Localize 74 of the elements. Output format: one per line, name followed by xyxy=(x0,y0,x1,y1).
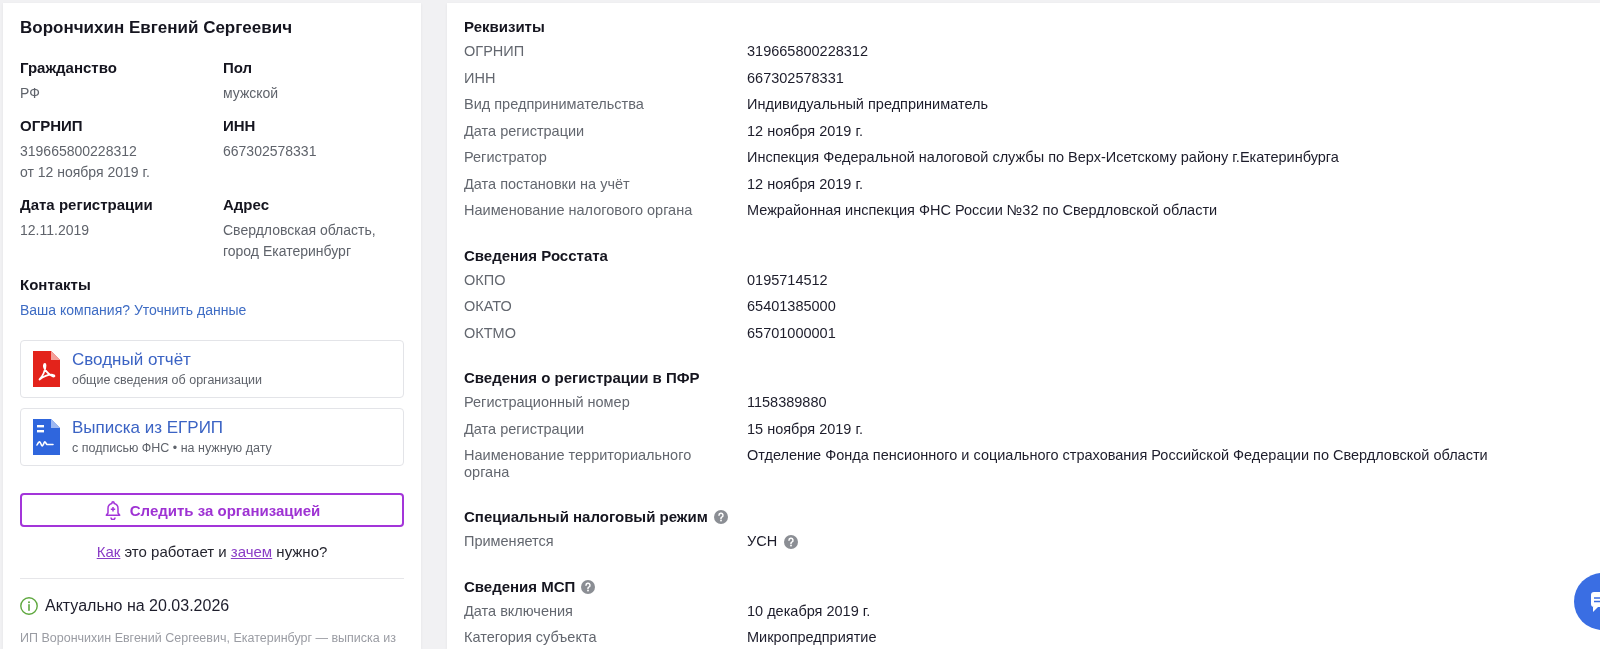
row-value: Микропредприятие xyxy=(747,629,877,646)
document-icon xyxy=(33,419,60,455)
row-value: 15 ноября 2019 г. xyxy=(747,420,863,437)
section-title: Реквизиты xyxy=(464,18,545,36)
field-value: Свердловская область, xyxy=(223,221,376,240)
field-value: город Екатеринбург xyxy=(223,242,351,261)
field-label: Гражданство xyxy=(20,58,118,78)
row-label: Дата регистрации xyxy=(464,420,586,437)
document-card[interactable]: Выписка из ЕГРИП с подписью ФНС • на нужную дату xyxy=(20,408,404,466)
help-text: Как это работает и зачем нужно? xyxy=(95,542,329,562)
row-label: Дата постановки на учёт xyxy=(464,175,631,192)
row-label: Наименование налогового органа xyxy=(464,202,694,219)
row-value: Инспекция Федеральной налоговой службы по Верх-Исетскому району г.Екатеринбурга xyxy=(747,149,1339,166)
field-value: мужской xyxy=(223,84,279,103)
row-value: 65701000001 xyxy=(747,324,836,341)
section-title: Сведения Росстата xyxy=(464,246,608,265)
row-label: Вид предпринимательства xyxy=(464,96,645,113)
help-icon[interactable] xyxy=(713,510,728,524)
row-label: Регистратор xyxy=(464,149,548,166)
row-label: ИНН xyxy=(464,69,497,86)
row-label: Регистрационный номер xyxy=(464,394,631,411)
document-card[interactable]: Сводный отчёт общие сведения об организации xyxy=(20,340,404,398)
document-subtitle: с подписью ФНС • на нужную дату xyxy=(72,439,272,457)
bell-plus-icon xyxy=(103,500,122,520)
row-value: 319665800228312 xyxy=(747,43,868,60)
row-label: Наименование территориального органа xyxy=(464,447,693,480)
row-label: ОГРНИП xyxy=(464,43,526,60)
help-icon[interactable] xyxy=(581,579,596,594)
section-title: Сведения о регистрации в ПФР xyxy=(464,369,700,387)
row-label: ОКПО xyxy=(464,271,507,288)
row-label: Дата регистрации xyxy=(464,122,586,139)
field-label: ИНН xyxy=(223,116,257,136)
row-value: Отделение Фонда пенсионного и социального страхования Российской Федерации по Свердловской области xyxy=(747,447,1488,464)
help-link[interactable]: зачем xyxy=(230,543,273,560)
row-label: ОКТМО xyxy=(464,324,517,341)
row-label: ОКАТО xyxy=(464,298,513,315)
pdf-icon xyxy=(33,351,60,387)
contacts-title: Контакты xyxy=(20,275,91,295)
help-link[interactable]: Как xyxy=(96,543,121,560)
row-value: 12 ноября 2019 г. xyxy=(747,175,863,192)
follow-button[interactable]: Следить за организацией xyxy=(20,493,404,527)
help-icon[interactable] xyxy=(784,534,799,549)
row-label: Категория субъекта xyxy=(464,629,598,646)
footer-note: ИП Ворончихин Евгений Сергеевич, Екатеринбург — выписка из xyxy=(20,630,397,646)
row-value: Межрайонная инспекция ФНС России №32 по Свердловской области xyxy=(747,202,1218,219)
row-value: 667302578331 xyxy=(747,69,844,86)
row-value: 10 декабря 2019 г. xyxy=(747,602,871,619)
field-label: Дата регистрации xyxy=(20,195,154,215)
document-title: Выписка из ЕГРИП xyxy=(72,417,224,438)
row-value: УСН xyxy=(747,533,778,550)
field-value: 319665800228312 xyxy=(20,142,137,161)
field-label: ОГРНИП xyxy=(20,116,84,136)
row-value: Индивидуальный предприниматель xyxy=(747,96,988,113)
field-value: 12.11.2019 xyxy=(20,221,90,240)
status-text: Актуально на 20.03.2026 xyxy=(45,596,230,616)
field-label: Пол xyxy=(223,58,254,78)
field-value: РФ xyxy=(20,84,40,103)
edit-data-link[interactable]: Ваша компания? Уточнить данные xyxy=(20,300,247,321)
row-value: 0195714512 xyxy=(747,271,828,288)
field-value: от 12 ноября 2019 г. xyxy=(20,163,150,182)
chat-icon[interactable] xyxy=(1574,573,1600,630)
field-label: Адрес xyxy=(223,195,270,215)
row-value: 12 ноября 2019 г. xyxy=(747,122,863,139)
row-value: 65401385000 xyxy=(747,298,836,315)
section-title: Сведения МСП xyxy=(464,577,576,596)
row-label: Дата включения xyxy=(464,602,574,619)
field-value: 667302578331 xyxy=(223,142,317,161)
document-subtitle: общие сведения об организации xyxy=(72,371,263,389)
section-title: Специальный налоговый режим xyxy=(464,508,708,526)
row-value: 1158389880 xyxy=(747,394,827,411)
info-icon xyxy=(20,597,38,615)
person-name: Ворончихин Евгений Сергеевич xyxy=(20,17,293,39)
document-title: Сводный отчёт xyxy=(72,349,191,370)
row-label: Применяется xyxy=(464,533,555,550)
